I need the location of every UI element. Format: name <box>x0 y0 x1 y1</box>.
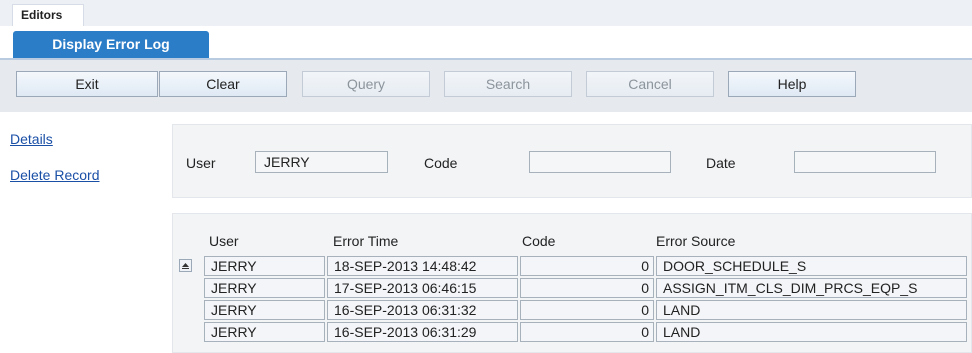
date-filter-label: Date <box>706 155 736 171</box>
column-header-code: Code <box>522 233 556 249</box>
code-filter-label: Code <box>424 155 458 171</box>
details-link[interactable]: Details <box>10 131 53 147</box>
clear-button[interactable]: Clear <box>159 71 287 97</box>
delete-record-link[interactable]: Delete Record <box>10 167 100 183</box>
table-cell-code[interactable]: 0 <box>520 256 654 276</box>
table-cell-error-time[interactable]: 17-SEP-2013 06:46:15 <box>327 278 518 298</box>
user-filter-label: User <box>186 155 216 171</box>
table-cell-user[interactable]: JERRY <box>204 300 325 320</box>
table-cell-user[interactable]: JERRY <box>204 256 325 276</box>
table-cell-error-source[interactable]: LAND <box>656 322 967 342</box>
scroll-up-arrow-icon[interactable] <box>179 259 192 272</box>
table-cell-error-source[interactable]: DOOR_SCHEDULE_S <box>656 256 967 276</box>
tab-editors[interactable]: Editors <box>12 4 84 26</box>
column-header-user: User <box>209 233 239 249</box>
table-cell-error-time[interactable]: 18-SEP-2013 14:48:42 <box>327 256 518 276</box>
table-cell-code[interactable]: 0 <box>520 300 654 320</box>
cancel-button[interactable]: Cancel <box>586 71 714 97</box>
code-filter-input[interactable] <box>529 151 671 173</box>
date-filter-input[interactable] <box>794 151 936 173</box>
exit-button[interactable]: Exit <box>16 71 158 97</box>
help-button[interactable]: Help <box>728 71 856 97</box>
table-cell-error-source[interactable]: ASSIGN_ITM_CLS_DIM_PRCS_EQP_S <box>656 278 967 298</box>
table-cell-user[interactable]: JERRY <box>204 322 325 342</box>
query-button[interactable]: Query <box>302 71 430 97</box>
table-cell-code[interactable]: 0 <box>520 322 654 342</box>
table-cell-code[interactable]: 0 <box>520 278 654 298</box>
search-button[interactable]: Search <box>444 71 572 97</box>
table-cell-error-source[interactable]: LAND <box>656 300 967 320</box>
table-cell-error-time[interactable]: 16-SEP-2013 06:31:29 <box>327 322 518 342</box>
column-header-error-source: Error Source <box>656 233 736 249</box>
column-header-error-time: Error Time <box>333 233 399 249</box>
table-cell-user[interactable]: JERRY <box>204 278 325 298</box>
table-cell-error-time[interactable]: 16-SEP-2013 06:31:32 <box>327 300 518 320</box>
user-filter-input[interactable]: JERRY <box>255 151 388 173</box>
top-tab-bar <box>0 0 972 26</box>
screen-title-tab: Display Error Log <box>13 31 209 58</box>
